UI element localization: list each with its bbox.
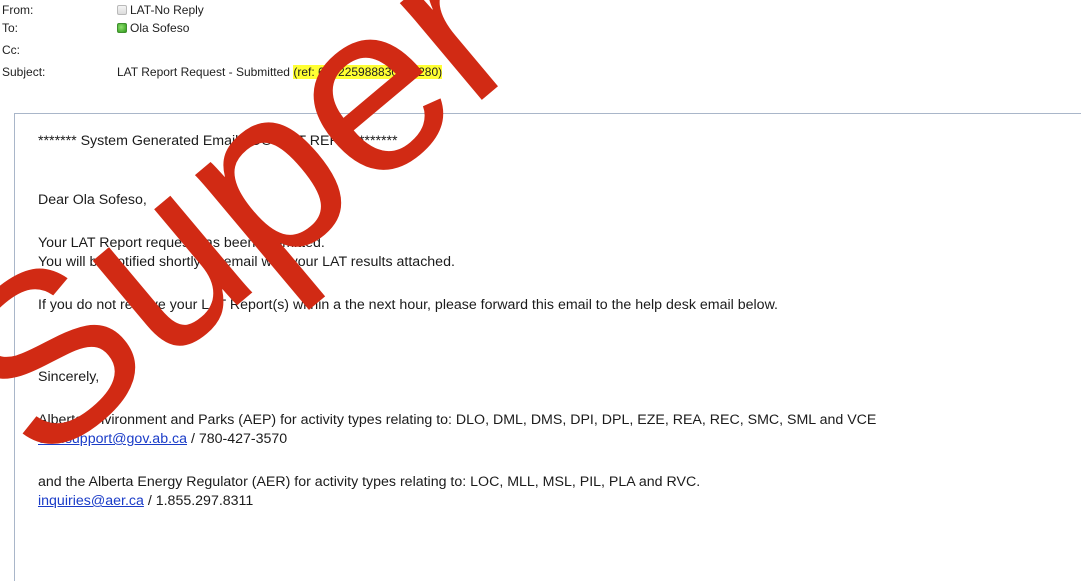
message-header: From: LAT-No Reply To: Ola Sofeso Cc: Su… — [0, 0, 1081, 112]
subject-text: LAT Report Request - Submitted — [117, 65, 290, 79]
from-label: From: — [2, 3, 34, 17]
aep-activity-text: Alberta Environment and Parks (AEP) for … — [38, 412, 877, 428]
forward-instruction: If you do not receive your LAT Report(s)… — [38, 297, 778, 313]
notify-text: You will be notified shortly by email wi… — [38, 254, 455, 270]
presence-unknown-icon — [117, 5, 127, 15]
cc-label: Cc: — [2, 43, 20, 57]
from-name[interactable]: LAT-No Reply — [130, 3, 204, 17]
aer-email-link[interactable]: inquiries@aer.ca — [38, 493, 144, 509]
to-value[interactable]: Ola Sofeso — [117, 19, 189, 37]
presence-online-icon — [117, 23, 127, 33]
to-name[interactable]: Ola Sofeso — [130, 21, 189, 35]
subject-value: LAT Report Request - Submitted (ref: 636… — [117, 63, 443, 81]
aer-contact: inquiries@aer.ca / 1.855.297.8311 — [38, 492, 253, 510]
aep-contact: eds.support@gov.ab.ca / 780-427-3570 — [38, 430, 287, 448]
system-banner: ******* System Generated Email - DO NOT … — [38, 133, 398, 149]
aer-activity-text: and the Alberta Energy Regulator (AER) f… — [38, 474, 701, 490]
message-body: ******* System Generated Email - DO NOT … — [14, 113, 1081, 581]
aep-email-link[interactable]: eds.support@gov.ab.ca — [38, 431, 187, 447]
aer-phone: / 1.855.297.8311 — [143, 493, 254, 509]
subject-ref: (ref: 636225988830882280) — [293, 65, 443, 79]
greeting: Dear Ola Sofeso, — [38, 192, 147, 208]
sincerely: Sincerely, — [38, 369, 100, 385]
from-value[interactable]: LAT-No Reply — [117, 1, 204, 19]
submitted-text: Your LAT Report request has been submitt… — [38, 235, 325, 251]
subject-label: Subject: — [2, 65, 46, 79]
aep-phone: / 780-427-3570 — [187, 431, 288, 447]
to-label: To: — [2, 21, 19, 35]
